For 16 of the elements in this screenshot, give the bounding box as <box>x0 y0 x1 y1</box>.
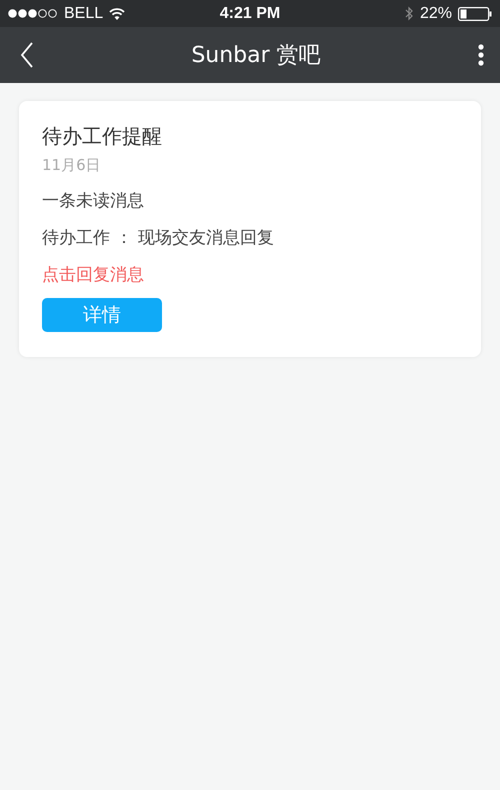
carrier-name: BELL <box>64 4 104 22</box>
card-title: 待办工作提醒 <box>42 123 162 150</box>
more-icon <box>478 44 484 66</box>
card-date: 11月6日 <box>42 156 101 175</box>
message-text: 一条未读消息 <box>42 190 144 212</box>
battery-percentage: 22% <box>420 4 452 22</box>
back-icon <box>20 42 34 68</box>
status-time: 4:21 PM <box>220 4 280 22</box>
reply-link[interactable]: 点击回复消息 <box>42 263 144 286</box>
signal-icon <box>8 9 58 18</box>
battery-icon <box>458 6 492 20</box>
details-button[interactable]: 详情 <box>42 298 162 332</box>
message-text: 待办工作 ： 现场交友消息回复 <box>42 227 274 249</box>
nav-title: Sunbar 赏吧 <box>191 42 321 70</box>
wifi-icon <box>109 8 126 20</box>
bluetooth-icon <box>404 6 414 21</box>
